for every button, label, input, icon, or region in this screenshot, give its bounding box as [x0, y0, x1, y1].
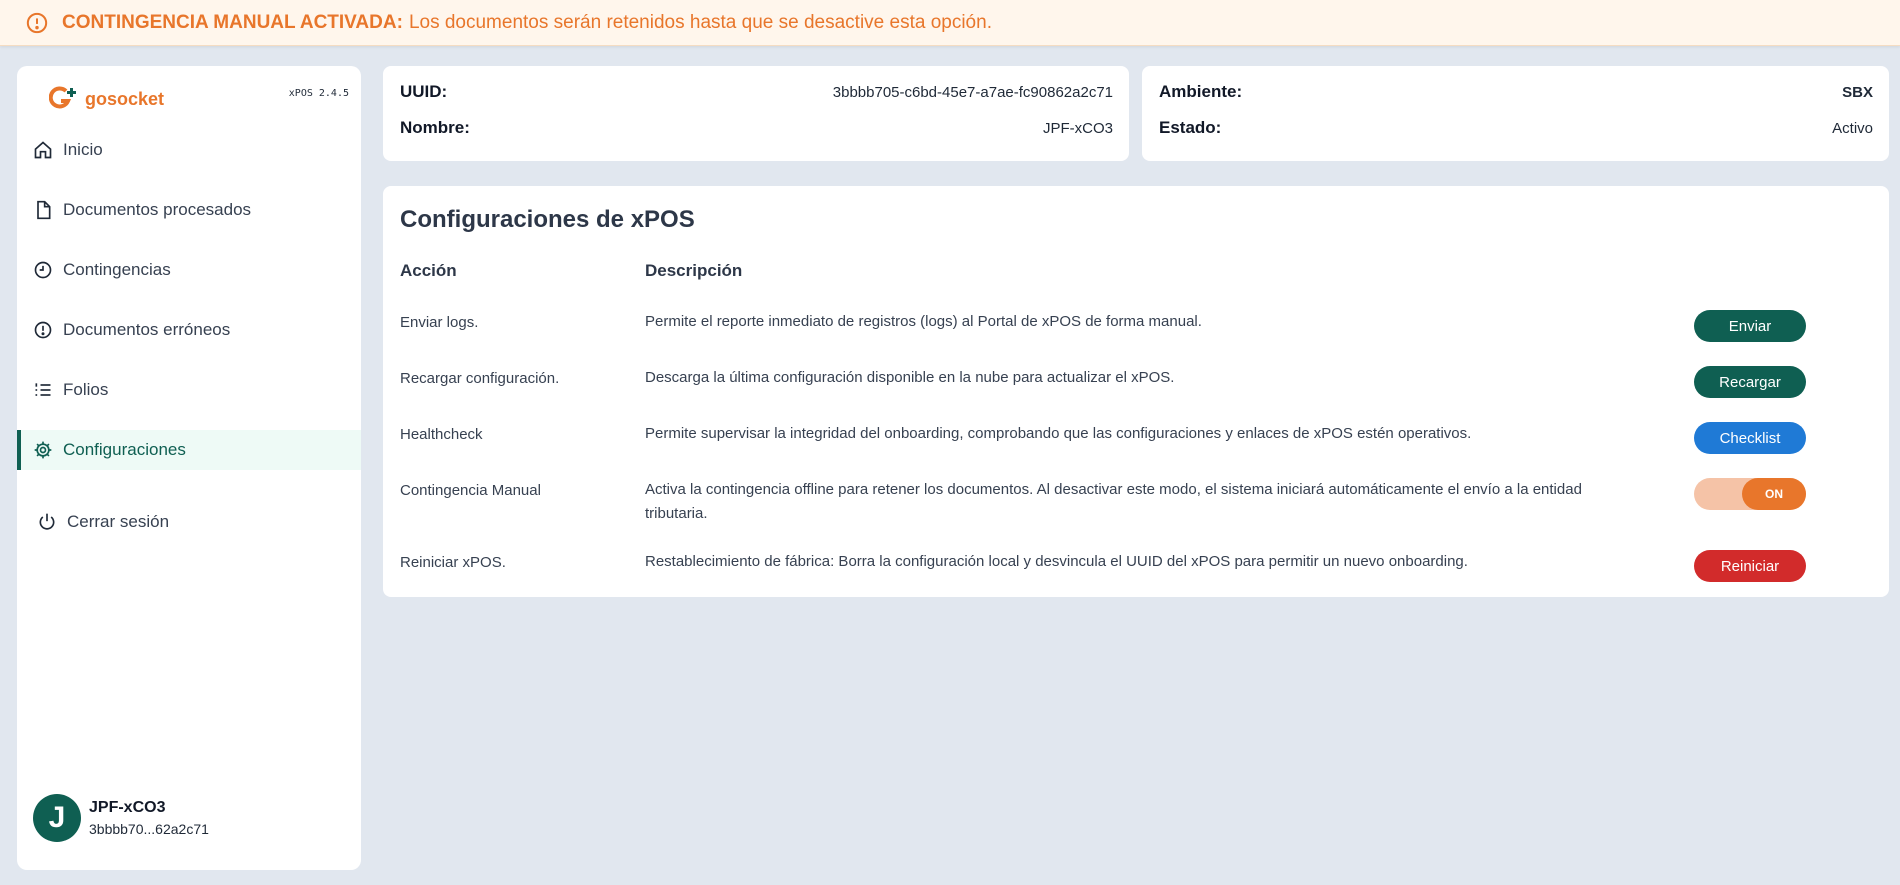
uuid-value: 3bbbb705-c6bd-45e7-a7ae-fc90862a2c71	[832, 83, 1113, 101]
sidebar-item-label: Folios	[63, 380, 109, 399]
column-header-description: Descripción	[645, 261, 743, 280]
file-icon	[37, 200, 51, 220]
gear-icon	[34, 441, 52, 459]
sidebar-item-folios[interactable]: Folios	[17, 370, 361, 410]
avatar: J	[33, 794, 81, 842]
sidebar-item-contingencias[interactable]: Contingencias	[17, 250, 361, 290]
environment-label: Ambiente:	[1159, 82, 1243, 101]
user-id: 3bbbb70...62a2c71	[89, 821, 209, 837]
sidebar-item-label: Configuraciones	[63, 440, 186, 459]
clock-icon	[34, 261, 52, 279]
gosocket-logo-icon	[49, 86, 76, 109]
alert-circle-icon	[26, 12, 48, 33]
name-label: Nombre:	[400, 118, 470, 137]
status-label: Estado:	[1159, 118, 1222, 137]
row-action-contingencia-manual: Contingencia Manual	[400, 482, 541, 499]
sidebar-item-configuraciones[interactable]: Configuraciones	[17, 430, 361, 470]
config-card: Configuraciones de xPOS Acción Descripci…	[383, 186, 1889, 597]
name-value: JPF-xCO3	[1042, 119, 1113, 137]
sidebar: gosocket xPOS 2.4.5 Inicio Documentos pr…	[17, 66, 361, 870]
toggle-knob: ON	[1742, 478, 1806, 510]
row-description: Activa la contingencia offline para rete…	[645, 481, 1582, 522]
sidebar-item-label: Documentos procesados	[63, 200, 252, 219]
page-title: Configuraciones de xPOS	[400, 206, 695, 233]
sidebar-item-label: Contingencias	[63, 260, 171, 279]
home-icon	[34, 141, 52, 159]
reload-config-button[interactable]: Recargar	[1694, 366, 1806, 398]
sidebar-item-documentos-erroneos[interactable]: Documentos erróneos	[17, 310, 361, 350]
row-description: Descarga la última configuración disponi…	[645, 369, 1175, 386]
logo-text: gosocket	[85, 88, 165, 109]
row-description: Permite el reporte inmediato de registro…	[645, 313, 1202, 330]
version-label: xPOS 2.4.5	[288, 88, 349, 99]
user-name: JPF-xCO3	[89, 799, 166, 816]
row-action-healthcheck: Healthcheck	[400, 426, 483, 443]
manual-contingency-toggle[interactable]: ON	[1694, 478, 1806, 510]
contingency-banner: CONTINGENCIA MANUAL ACTIVADA: Los docume…	[0, 0, 1900, 46]
device-info-card: UUID: 3bbbb705-c6bd-45e7-a7ae-fc90862a2c…	[383, 66, 1129, 161]
uuid-label: UUID:	[400, 82, 448, 101]
alert-circle-icon	[34, 321, 52, 339]
row-description: Permite supervisar la integridad del onb…	[645, 425, 1472, 442]
banner-title: CONTINGENCIA MANUAL ACTIVADA:	[62, 11, 403, 33]
sidebar-item-inicio[interactable]: Inicio	[17, 130, 361, 170]
row-action-recargar: Recargar configuración.	[400, 370, 560, 387]
row-description: Restablecimiento de fábrica: Borra la co…	[645, 553, 1468, 570]
list-icon	[35, 383, 51, 396]
row-action-enviar-logs: Enviar logs.	[400, 314, 479, 331]
logo[interactable]: gosocket xPOS 2.4.5	[49, 82, 349, 116]
column-header-action: Acción	[400, 261, 457, 280]
reset-xpos-button[interactable]: Reiniciar	[1694, 550, 1806, 582]
logout-button[interactable]: Cerrar sesión	[37, 502, 169, 542]
user-profile[interactable]: J JPF-xCO3 3bbbb70...62a2c71	[33, 794, 209, 842]
send-logs-button[interactable]: Enviar	[1694, 310, 1806, 342]
environment-value: SBX	[1842, 83, 1873, 101]
status-value: Activo	[1832, 119, 1873, 137]
sidebar-item-documentos-procesados[interactable]: Documentos procesados	[17, 190, 361, 230]
logout-label: Cerrar sesión	[67, 512, 170, 531]
checklist-button[interactable]: Checklist	[1694, 422, 1806, 454]
power-icon	[39, 513, 55, 530]
sidebar-item-label: Documentos erróneos	[63, 320, 231, 339]
banner-message: Los documentos serán retenidos hasta que…	[408, 11, 992, 33]
environment-card: Ambiente: SBX Estado: Activo	[1142, 66, 1889, 161]
sidebar-item-label: Inicio	[63, 140, 103, 159]
row-action-reiniciar: Reiniciar xPOS.	[400, 554, 506, 571]
